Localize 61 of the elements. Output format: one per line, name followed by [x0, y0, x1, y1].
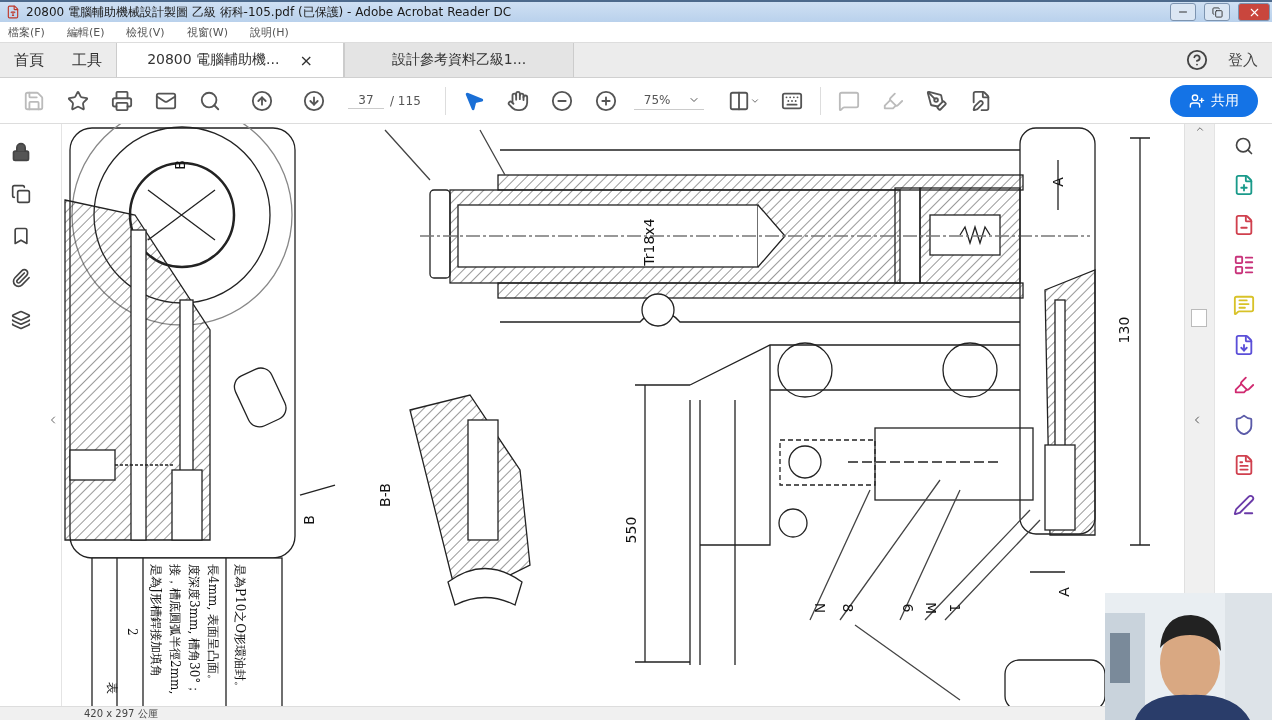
sign-in-link[interactable]: 登入	[1208, 43, 1272, 77]
fit-page-icon[interactable]	[727, 89, 750, 112]
table-text: 接，槽底圓弧半徑2mm,	[168, 564, 182, 695]
drawing-label: M	[923, 601, 939, 615]
zoom-field[interactable]: 75%	[633, 91, 704, 110]
pages-icon[interactable]	[10, 184, 31, 204]
tab-label: 20800 電腦輔助機...	[147, 51, 280, 69]
fill-sign-icon[interactable]	[1232, 374, 1255, 396]
drawing-label: 6	[900, 603, 916, 613]
table-text: 是為J形槽銲接加填角	[149, 564, 163, 677]
pdf-icon	[6, 5, 20, 19]
menu-item[interactable]: 說明(H)	[250, 24, 289, 40]
restore-icon[interactable]	[1211, 6, 1223, 18]
drawing-label: B	[301, 515, 317, 525]
layers-icon[interactable]	[10, 310, 31, 330]
drawing-label: A	[1050, 177, 1066, 187]
table-text: 長4mm, 表面呈凸面。	[206, 564, 220, 687]
printer-icon[interactable]	[111, 89, 133, 112]
table-text: 2	[125, 628, 139, 636]
zoom-tool-icon[interactable]	[1233, 136, 1254, 156]
pen-nib-icon[interactable]	[925, 89, 948, 112]
table-text: 表	[105, 682, 119, 694]
scroll-thumb[interactable]	[1191, 309, 1207, 327]
drawing-label: B-B	[377, 483, 393, 507]
menu-item[interactable]: 檢視(V)	[126, 24, 165, 40]
star-icon[interactable]	[67, 89, 89, 112]
lock-icon[interactable]	[10, 142, 31, 162]
drawing-label: 8	[840, 603, 856, 613]
menu-item[interactable]: 視窗(W)	[186, 24, 229, 40]
drawing-label: N	[812, 602, 828, 614]
user-plus-icon	[1189, 92, 1205, 109]
nav-tab[interactable]: 首頁	[0, 43, 58, 77]
scroll-up-icon[interactable]	[1194, 124, 1205, 134]
table-text: 是為P10之O形環油封。	[233, 564, 247, 694]
organize-pages-icon[interactable]	[1232, 254, 1255, 276]
page-size: 420 x 297 公厘	[84, 706, 158, 720]
tab-close-button[interactable]: ×	[299, 50, 313, 70]
menu-item[interactable]: 編輯(E)	[66, 24, 105, 40]
table-text: 度深度3mm, 槽角30°；	[187, 564, 201, 696]
zoom-out-icon[interactable]	[550, 89, 573, 112]
document-tab[interactable]: 設計參考資料乙級1...	[344, 43, 574, 77]
drawing-label: 1	[947, 603, 963, 613]
drawing-label: A	[1056, 587, 1072, 597]
drawing-label: B	[172, 160, 188, 170]
tab-label: 設計參考資料乙級1...	[391, 51, 527, 69]
drawing-label: 550	[623, 516, 639, 544]
drawing-label: 130	[1116, 316, 1132, 344]
zoom-in-icon[interactable]	[594, 89, 617, 112]
search-icon[interactable]	[199, 89, 221, 112]
document-tab[interactable]: 20800 電腦輔助機... ×	[116, 43, 344, 77]
attachment-icon[interactable]	[10, 268, 31, 288]
page-total: / 115	[390, 93, 421, 108]
nav-tab[interactable]: 工具	[58, 43, 116, 77]
hand-icon[interactable]	[506, 89, 529, 112]
window-title: 20800 電腦輔助機械設計製圖 乙級 術科-105.pdf (已保護) - Adobe Acrobat Reader DC	[26, 3, 513, 21]
page-number-field[interactable]: 37	[348, 92, 384, 109]
share-button[interactable]: 共用	[1170, 84, 1258, 117]
help-icon[interactable]	[1186, 49, 1208, 71]
signature-icon[interactable]	[1232, 494, 1255, 516]
menu-item[interactable]: 檔案(F)	[8, 24, 45, 40]
drawing-label: Tr18x4	[641, 218, 657, 266]
